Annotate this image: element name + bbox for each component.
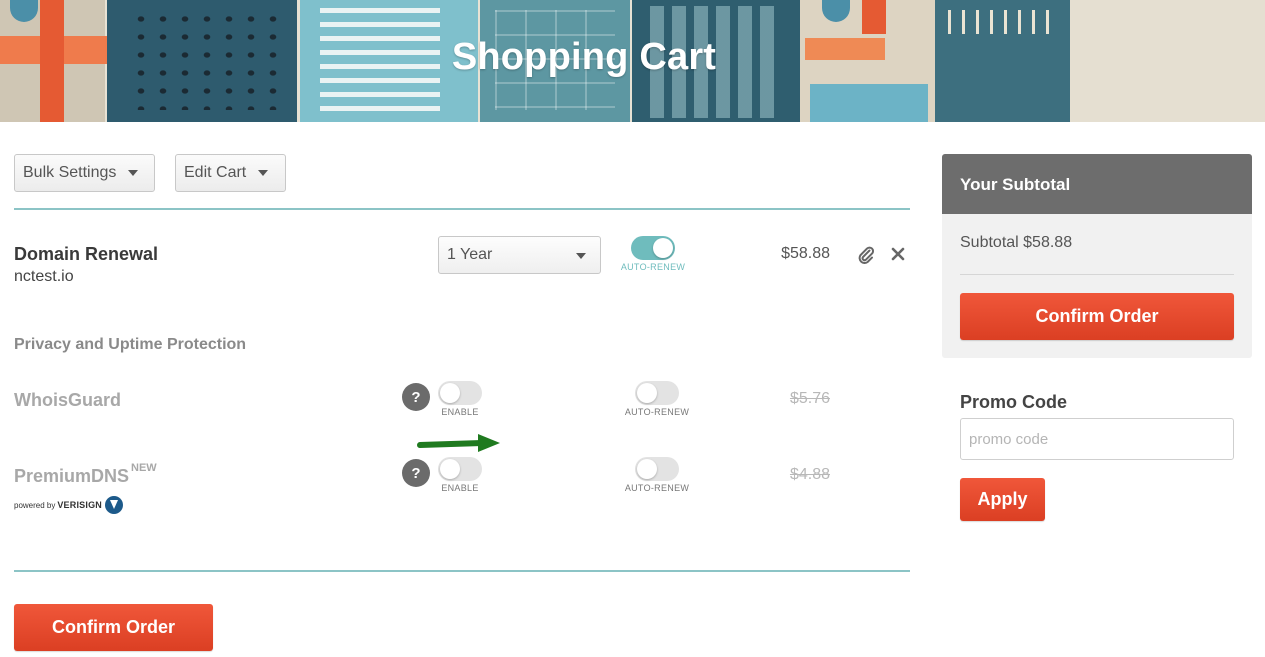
confirm-order-button[interactable]: Confirm Order — [14, 604, 213, 651]
duration-value: 1 Year — [447, 246, 493, 263]
divider — [14, 208, 910, 210]
whoisguard-price: $5.76 — [789, 390, 830, 407]
toggle-knob — [637, 383, 657, 403]
divider — [960, 274, 1234, 275]
edit-cart-dropdown[interactable]: Edit Cart — [175, 154, 286, 192]
auto-renew-label: AUTO-RENEW — [624, 407, 690, 417]
premiumdns-price: $4.88 — [789, 466, 830, 483]
subtotal-heading: Your Subtotal — [942, 154, 1252, 214]
chevron-down-icon — [258, 170, 269, 176]
annotation-arrow-icon — [417, 434, 500, 452]
auto-renew-label: AUTO-RENEW — [620, 262, 686, 272]
promo-code-label: Promo Code — [960, 392, 1068, 412]
toggle-knob — [440, 459, 460, 479]
bulk-settings-dropdown[interactable]: Bulk Settings — [14, 154, 155, 192]
edit-cart-label: Edit Cart — [184, 164, 247, 181]
page-title: Shopping Cart — [451, 36, 717, 78]
whoisguard-auto-renew-toggle[interactable] — [635, 381, 679, 405]
chevron-down-icon — [128, 170, 139, 176]
paperclip-icon[interactable] — [856, 245, 876, 265]
whoisguard-name: WhoisGuard — [14, 390, 121, 410]
apply-button[interactable]: Apply — [960, 478, 1045, 521]
cart-item-title: Domain Renewal — [14, 244, 159, 264]
cart-item-domain: nctest.io — [14, 268, 74, 285]
close-icon[interactable] — [888, 244, 908, 264]
powered-by-brand: VERISIGN — [57, 500, 102, 510]
premiumdns-enable-toggle[interactable] — [438, 457, 482, 481]
protection-section-label: Privacy and Uptime Protection — [14, 336, 247, 353]
cart-item-price: $58.88 — [781, 245, 830, 262]
subtotal-amount: Subtotal $58.88 — [960, 234, 1073, 251]
powered-by-prefix: powered by — [14, 500, 56, 510]
bulk-settings-label: Bulk Settings — [23, 164, 117, 181]
promo-code-input[interactable] — [960, 418, 1234, 460]
sidebar-confirm-order-button[interactable]: Confirm Order — [960, 293, 1234, 340]
whoisguard-enable-toggle[interactable] — [438, 381, 482, 405]
divider — [14, 570, 910, 572]
toggle-knob — [440, 383, 460, 403]
header-banner: Shopping Cart — [0, 0, 1265, 122]
toggle-knob — [637, 459, 657, 479]
premiumdns-name: PremiumDNS — [14, 466, 130, 486]
toggle-knob — [653, 238, 673, 258]
premiumdns-auto-renew-toggle[interactable] — [635, 457, 679, 481]
enable-label: ENABLE — [441, 483, 479, 493]
duration-select[interactable]: 1 Year — [438, 236, 601, 274]
enable-label: ENABLE — [441, 407, 479, 417]
chevron-down-icon — [576, 253, 586, 259]
domain-auto-renew-toggle[interactable] — [631, 236, 675, 260]
new-badge: NEW — [131, 462, 157, 474]
verisign-powered-by: powered by VERISIGN — [14, 496, 123, 514]
verisign-logo-icon — [104, 496, 123, 514]
auto-renew-label: AUTO-RENEW — [624, 483, 690, 493]
